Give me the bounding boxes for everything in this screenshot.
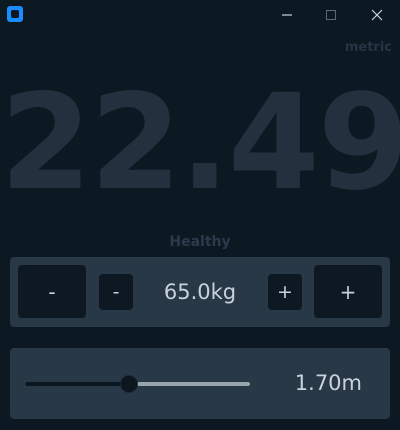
close-button[interactable] <box>355 0 399 30</box>
slider-fill <box>25 382 129 386</box>
height-panel: 1.70m <box>10 348 390 419</box>
maximize-icon <box>326 10 336 20</box>
weight-decrease-large-button[interactable]: - <box>18 265 86 318</box>
close-icon <box>371 9 383 21</box>
minimize-icon <box>282 14 292 16</box>
weight-panel: - - 65.0kg + + <box>10 257 390 327</box>
weight-value: 65.0kg <box>163 280 237 304</box>
title-bar <box>0 0 400 30</box>
bmi-value: 22.49 <box>0 66 400 220</box>
units-toggle[interactable]: metric <box>345 40 392 55</box>
minimize-button[interactable] <box>265 0 309 30</box>
slider-thumb[interactable] <box>120 376 137 392</box>
height-slider[interactable] <box>25 372 250 396</box>
app-icon <box>7 6 23 22</box>
weight-decrease-small-button[interactable]: - <box>99 274 133 310</box>
height-value: 1.70m <box>294 371 362 395</box>
weight-increase-large-button[interactable]: + <box>314 265 382 318</box>
weight-increase-small-button[interactable]: + <box>268 274 302 310</box>
bmi-category: Healthy <box>169 234 231 250</box>
maximize-button[interactable] <box>309 0 353 30</box>
